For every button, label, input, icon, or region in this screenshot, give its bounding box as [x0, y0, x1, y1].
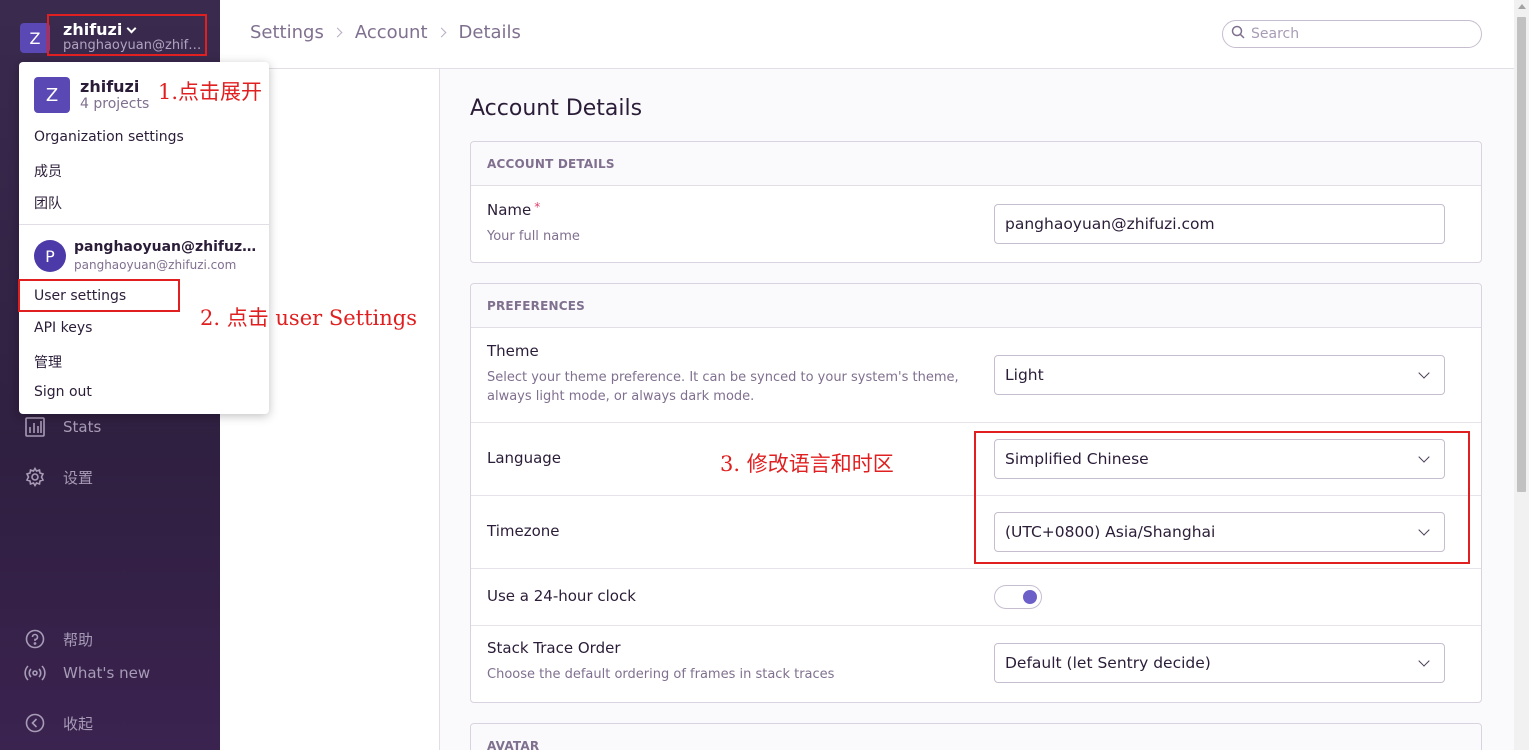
annotation-box-user-settings: [18, 279, 180, 312]
sidebar-item-stats[interactable]: Stats: [24, 416, 101, 438]
sidebar-item-help[interactable]: 帮助: [24, 628, 93, 650]
24-hour-clock-toggle[interactable]: [994, 585, 1042, 609]
broadcast-icon: [24, 662, 46, 684]
scrollbar-thumb[interactable]: [1517, 17, 1526, 492]
chevron-down-icon: [1418, 655, 1430, 667]
menu-divider: [19, 224, 269, 225]
stack-trace-help: Choose the default ordering of frames in…: [487, 667, 835, 682]
avatar-panel: AVATAR: [470, 723, 1482, 750]
menu-user-name: panghaoyuan@zhifuzi.com: [74, 239, 259, 255]
menu-item-api-keys[interactable]: API keys: [34, 320, 92, 336]
page-title: Account Details: [470, 96, 643, 121]
name-label-text: Name: [487, 201, 532, 219]
sidebar-item-whats-new[interactable]: What's new: [24, 662, 150, 684]
name-field-row: Name * Your full name panghaoyuan@zhifuzi…: [471, 186, 1481, 262]
breadcrumb-details: Details: [458, 22, 521, 43]
name-label: Name *: [487, 200, 541, 219]
sidebar-item-settings[interactable]: 设置: [24, 466, 93, 488]
name-input[interactable]: panghaoyuan@zhifuzi.com: [994, 204, 1445, 244]
breadcrumb: Settings Account Details: [250, 22, 521, 43]
page-scrollbar[interactable]: [1514, 0, 1529, 750]
collapse-icon: [24, 712, 46, 734]
timezone-label: Timezone: [487, 522, 560, 540]
search-box[interactable]: [1222, 20, 1482, 48]
stack-trace-select[interactable]: Default (let Sentry decide): [994, 643, 1445, 683]
stack-trace-label: Stack Trace Order: [487, 639, 621, 657]
annotation-box-language-timezone: [974, 431, 1470, 564]
sidebar-item-label: 帮助: [63, 630, 94, 649]
menu-org-avatar: Z: [34, 77, 70, 113]
stats-icon: [24, 416, 46, 438]
stack-trace-field-row: Stack Trace Order Choose the default ord…: [471, 626, 1481, 702]
stack-trace-value: Default (let Sentry decide): [1005, 654, 1211, 672]
org-avatar[interactable]: Z: [20, 23, 50, 53]
menu-item-organization-settings[interactable]: Organization settings: [34, 129, 184, 145]
menu-item-teams[interactable]: 团队: [34, 193, 62, 213]
search-input[interactable]: [1251, 26, 1471, 42]
menu-item-admin[interactable]: 管理: [34, 352, 62, 372]
toggle-knob: [1023, 590, 1037, 604]
org-dropdown-menu: Z zhifuzi 4 projects Organization settin…: [19, 62, 269, 414]
account-details-panel: ACCOUNT DETAILS Name * Your full name pan…: [470, 141, 1482, 263]
clock-label: Use a 24-hour clock: [487, 587, 636, 605]
panel-heading: ACCOUNT DETAILS: [471, 142, 1481, 186]
theme-label: Theme: [487, 342, 539, 360]
theme-help: Select your theme preference. It can be …: [487, 370, 959, 404]
annotation-step-2: 2. 点击 user Settings: [200, 306, 417, 330]
sidebar-item-label: 收起: [63, 714, 94, 733]
menu-user-email: panghaoyuan@zhifuzi.com: [74, 258, 237, 272]
required-marker: *: [534, 200, 541, 214]
sidebar-item-collapse[interactable]: 收起: [24, 712, 93, 734]
clock-field-row: Use a 24-hour clock: [471, 569, 1481, 626]
sidebar-item-label: Stats: [63, 418, 102, 436]
menu-org-name: zhifuzi: [80, 77, 140, 96]
annotation-step-1: 1.点击展开: [158, 80, 263, 104]
menu-item-sign-out[interactable]: Sign out: [34, 384, 92, 400]
menu-item-members[interactable]: 成员: [34, 161, 62, 181]
chevron-right-icon: [332, 27, 343, 38]
breadcrumb-account[interactable]: Account: [355, 22, 428, 43]
sidebar-item-label: 设置: [63, 468, 94, 487]
panel-heading: PREFERENCES: [471, 284, 1481, 328]
help-icon: [24, 628, 46, 650]
menu-org-projects: 4 projects: [80, 96, 150, 112]
chevron-down-icon: [1418, 367, 1430, 379]
language-label: Language: [487, 449, 562, 467]
name-help: Your full name: [487, 229, 580, 244]
theme-field-row: Theme Select your theme preference. It c…: [471, 328, 1481, 423]
annotation-box-org-switcher: [47, 14, 207, 56]
top-header: Settings Account Details: [220, 0, 1529, 69]
chevron-right-icon: [436, 27, 446, 38]
annotation-step-3: 3. 修改语言和时区: [720, 452, 894, 476]
theme-value: Light: [1005, 366, 1044, 384]
panel-heading: AVATAR: [471, 724, 1481, 750]
gear-icon: [24, 466, 46, 488]
scroll-up-arrow-icon[interactable]: [1518, 4, 1526, 9]
theme-select[interactable]: Light: [994, 355, 1445, 395]
main-content: Account Details ACCOUNT DETAILS Name * Yo…: [440, 69, 1514, 750]
menu-user-avatar: P: [34, 240, 66, 272]
search-icon: [1231, 25, 1245, 43]
breadcrumb-settings[interactable]: Settings: [250, 22, 324, 43]
sidebar-item-label: What's new: [63, 664, 151, 682]
